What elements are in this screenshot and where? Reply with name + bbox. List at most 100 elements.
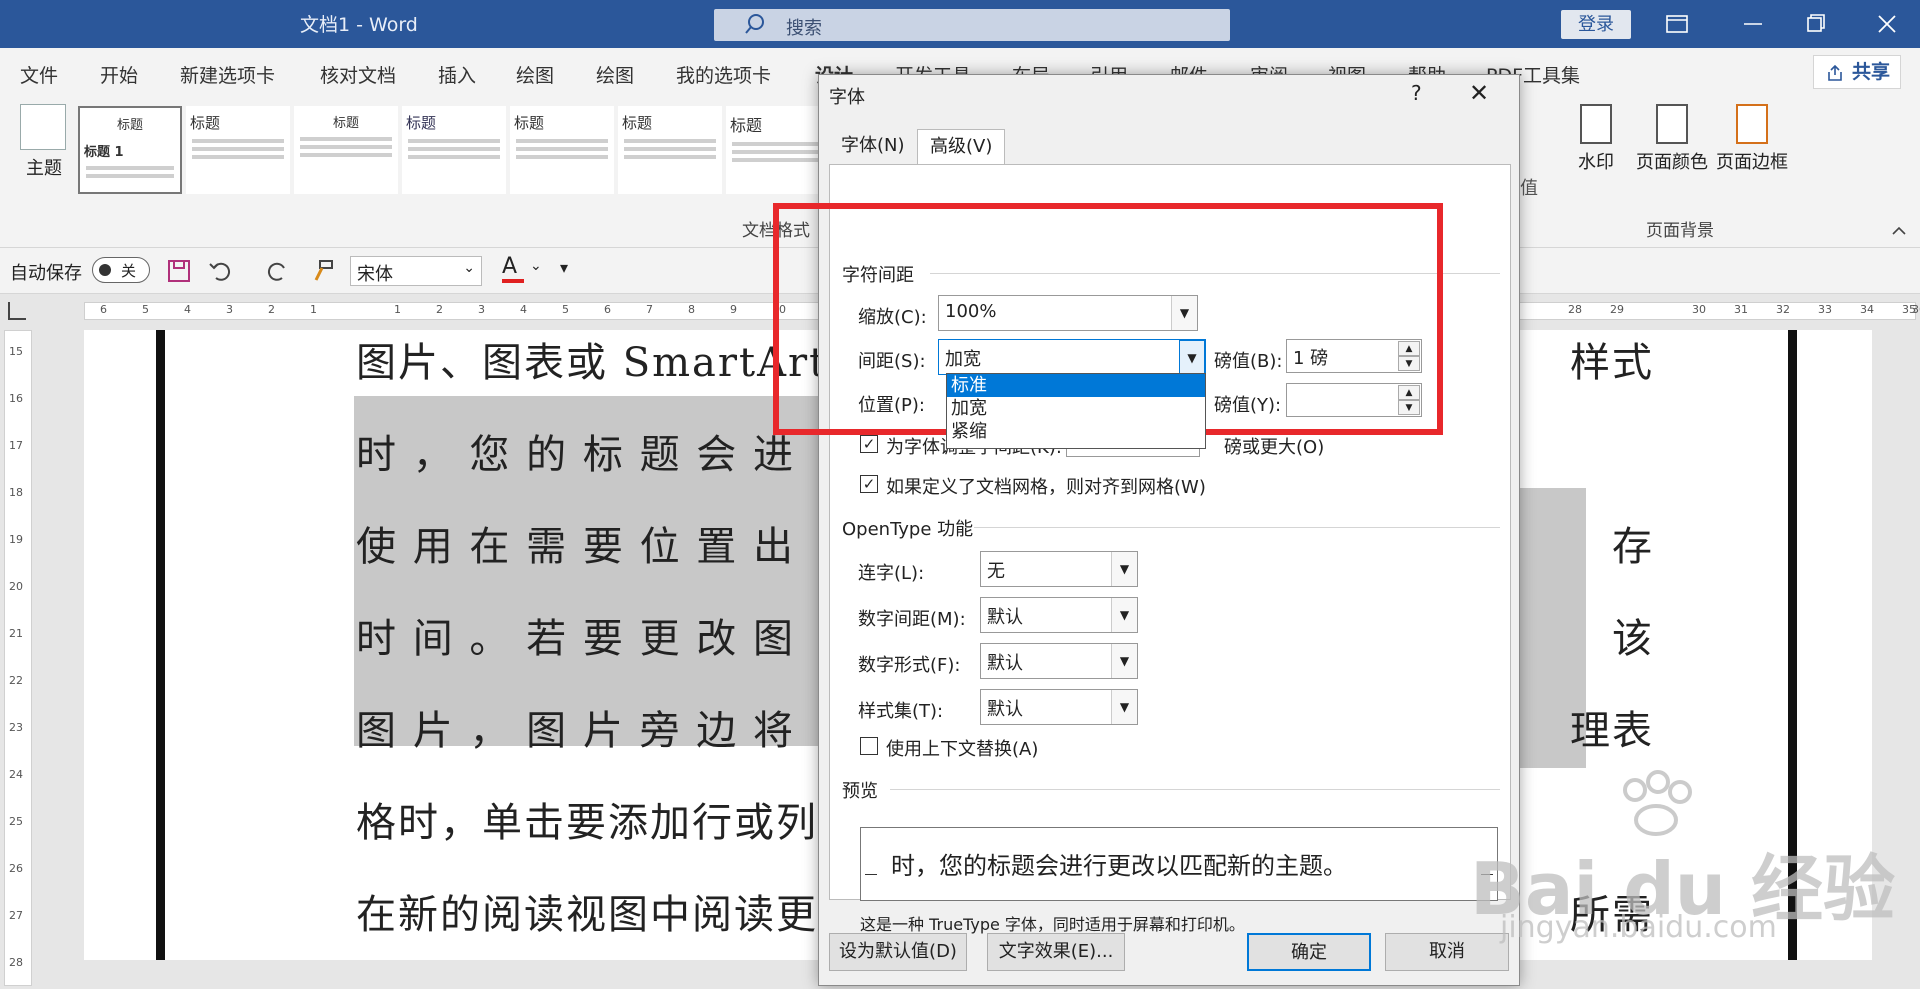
partial-value-label: 值 xyxy=(1520,178,1538,199)
autosave-toggle[interactable]: 关 xyxy=(92,257,150,283)
font-name-select[interactable]: 宋体 ⌄ xyxy=(350,256,482,286)
close-icon[interactable] xyxy=(1872,10,1902,38)
ligatures-select[interactable]: 无 ▼ xyxy=(980,551,1138,587)
chevron-down-icon: ⌄ xyxy=(463,260,475,276)
spacing-dropdown-list[interactable]: 标准 加宽 紧缩 xyxy=(946,373,1206,449)
tab-draw-2[interactable]: 绘图 xyxy=(596,61,634,88)
style-card[interactable]: 标题 xyxy=(510,106,614,194)
dropdown-option-normal[interactable]: 标准 xyxy=(947,374,1205,397)
style-card[interactable]: 标题 xyxy=(402,106,506,194)
page-color-button[interactable]: 页面颜色 xyxy=(1636,104,1708,174)
document-text-line-right: 样式 xyxy=(1570,340,1654,386)
preview-group-label: 预览 xyxy=(842,781,878,802)
ruler-tick: 5 xyxy=(562,303,569,316)
minimize-icon[interactable] xyxy=(1738,10,1768,38)
contextual-alternates-checkbox[interactable] xyxy=(860,737,878,755)
style-card[interactable]: 标题 标题 1 xyxy=(78,106,182,194)
document-title: 文档1 - Word xyxy=(300,14,418,36)
chevron-down-icon[interactable]: ⌄ xyxy=(530,258,542,274)
font-type-note: 这是一种 TrueType 字体，同时适用于屏幕和打印机。 xyxy=(860,915,1245,934)
login-button[interactable]: 登录 xyxy=(1561,10,1631,39)
style-card[interactable]: 标题 xyxy=(726,106,830,194)
contextual-alternates-label: 使用上下文替换(A) xyxy=(886,739,1039,760)
save-icon[interactable] xyxy=(166,258,192,284)
set-default-button[interactable]: 设为默认值(D) xyxy=(829,933,967,971)
preview-text: 时，您的标题会进行更改以匹配新的主题。 xyxy=(891,852,1347,880)
ruler-tick: 16 xyxy=(9,392,23,405)
search-input[interactable]: 搜索 xyxy=(714,9,1230,41)
format-painter-icon[interactable] xyxy=(310,258,336,284)
kerning-suffix-label: 磅或更大(O) xyxy=(1224,437,1325,458)
ruler-tick: 9 xyxy=(730,303,737,316)
redo-icon[interactable] xyxy=(264,258,290,284)
font-color-swatch xyxy=(502,279,524,283)
dialog-title: 字体 xyxy=(829,87,865,108)
opentype-group-label: OpenType 功能 xyxy=(842,519,974,540)
themes-button[interactable]: 主题 xyxy=(14,104,74,180)
style-card[interactable]: 标题 xyxy=(294,106,398,194)
document-text-line: 时 间 。 若 要 更 改 图 xyxy=(356,616,796,662)
stylistic-sets-select[interactable]: 默认 ▼ xyxy=(980,689,1138,725)
tab-stop-selector-icon[interactable] xyxy=(8,302,26,320)
style-set-gallery[interactable]: 标题 标题 1 标题 标题 标题 标题 标题 标题 xyxy=(78,106,830,194)
collapse-ribbon-icon[interactable] xyxy=(1890,222,1908,240)
baidu-watermark: Bai du 经验 jingyan.baidu.com xyxy=(1470,770,1910,970)
ruler-tick: 25 xyxy=(9,815,23,828)
ruler-tick: 27 xyxy=(9,909,23,922)
ruler-tick: 24 xyxy=(9,768,23,781)
ruler-tick: 1 xyxy=(394,303,401,316)
number-spacing-label: 数字间距(M): xyxy=(858,609,966,630)
group-divider xyxy=(890,789,1500,790)
vertical-ruler[interactable]: 15 16 17 18 19 20 21 22 23 24 25 26 27 28 xyxy=(4,330,32,986)
watermark-icon xyxy=(1580,104,1612,144)
font-color-button[interactable]: A xyxy=(502,254,524,283)
document-text-line: 格时，单击要添加行或列 xyxy=(356,800,818,846)
tab-file[interactable]: 文件 xyxy=(20,61,58,88)
chevron-down-icon: ▼ xyxy=(1111,598,1137,632)
tab-new[interactable]: 新建选项卡 xyxy=(180,61,275,88)
ruler-tick: 2 xyxy=(268,303,275,316)
page-borders-button[interactable]: 页面边框 xyxy=(1716,104,1788,174)
ruler-tick: 6 xyxy=(604,303,611,316)
page-border-left xyxy=(156,330,165,960)
chevron-down-icon: ▼ xyxy=(1111,552,1137,586)
document-text-line-right: 该 xyxy=(1612,616,1654,662)
number-spacing-select[interactable]: 默认 ▼ xyxy=(980,597,1138,633)
ruler-tick: 33 xyxy=(1818,303,1832,316)
undo-icon[interactable] xyxy=(208,258,234,284)
restore-icon[interactable] xyxy=(1800,10,1830,38)
autosave-label: 自动保存 xyxy=(10,263,82,284)
dropdown-option-expanded[interactable]: 加宽 xyxy=(947,397,1205,420)
stylistic-sets-value: 默认 xyxy=(987,699,1023,720)
number-forms-select[interactable]: 默认 ▼ xyxy=(980,643,1138,679)
watermark-url: jingyan.baidu.com xyxy=(1500,910,1777,945)
tab-insert[interactable]: 插入 xyxy=(438,61,476,88)
ruler-tick: 1 xyxy=(310,303,317,316)
page-color-icon xyxy=(1656,104,1688,144)
style-card[interactable]: 标题 xyxy=(186,106,290,194)
tab-review-doc[interactable]: 核对文档 xyxy=(320,61,396,88)
tab-home[interactable]: 开始 xyxy=(100,61,138,88)
chevron-down-icon: ▼ xyxy=(1111,644,1137,678)
ruler-tick: 7 xyxy=(646,303,653,316)
ok-button[interactable]: 确定 xyxy=(1247,933,1371,971)
dropdown-option-condensed[interactable]: 紧缩 xyxy=(947,420,1205,443)
page-borders-icon xyxy=(1736,104,1768,144)
preview-baseline-marker xyxy=(865,874,877,875)
tab-advanced[interactable]: 高级(V) xyxy=(917,129,1006,165)
ruler-tick: 34 xyxy=(1860,303,1874,316)
watermark-button[interactable]: 水印 xyxy=(1578,104,1614,174)
help-icon[interactable]: ? xyxy=(1411,81,1422,105)
autosave-state: 关 xyxy=(121,262,137,280)
style-card[interactable]: 标题 xyxy=(618,106,722,194)
kerning-checkbox[interactable]: ✓ xyxy=(860,435,878,453)
tab-draw-1[interactable]: 绘图 xyxy=(516,61,554,88)
tab-my-tab[interactable]: 我的选项卡 xyxy=(676,61,771,88)
tab-font[interactable]: 字体(N) xyxy=(829,129,917,165)
share-button[interactable]: 共享 xyxy=(1813,55,1901,89)
snap-to-grid-checkbox[interactable]: ✓ xyxy=(860,475,878,493)
ribbon-display-icon[interactable] xyxy=(1662,10,1692,38)
dialog-close-icon[interactable]: ✕ xyxy=(1469,79,1489,107)
text-effects-button[interactable]: 文字效果(E)... xyxy=(987,933,1125,971)
customize-qat-icon[interactable]: ▾ xyxy=(560,258,568,277)
